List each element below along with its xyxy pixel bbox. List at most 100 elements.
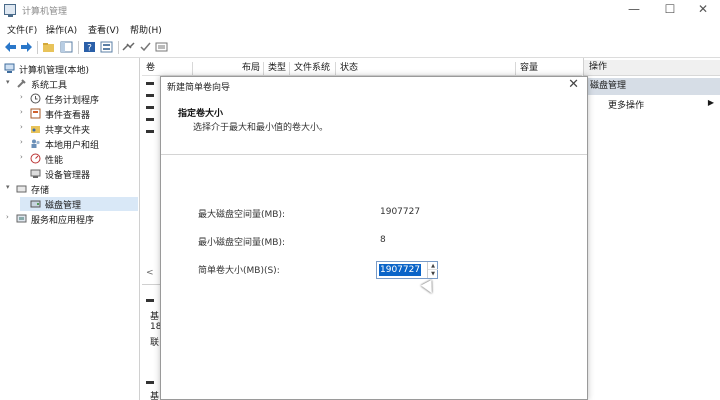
back-arrow-icon[interactable] xyxy=(4,41,17,53)
tree-disk-management[interactable]: 磁盘管理 xyxy=(20,197,138,211)
tree-device-manager[interactable]: 设备管理器 xyxy=(20,167,138,181)
collapse-icon[interactable]: › xyxy=(20,153,28,161)
max-space-value: 1907727 xyxy=(380,207,421,217)
volume-size-input[interactable]: 1907727 ▲ ▼ xyxy=(376,261,438,279)
clock-icon xyxy=(30,93,41,104)
tree-root[interactable]: 计算机管理(本地) xyxy=(4,62,138,76)
expand-icon[interactable]: ▾ xyxy=(6,78,14,86)
tree-event-viewer-label: 事件查看器 xyxy=(45,111,91,121)
min-space-value: 8 xyxy=(380,235,386,245)
mouse-cursor-icon xyxy=(420,279,438,297)
collapse-icon[interactable]: › xyxy=(20,123,28,131)
column-header-capacity[interactable]: 容量 xyxy=(516,62,582,75)
collapse-icon[interactable]: › xyxy=(20,93,28,101)
tree-services-apps[interactable]: › 服务和应用程序 xyxy=(6,212,138,226)
window-titlebar: 计算机管理 — ☐ ✕ xyxy=(0,0,720,20)
shared-folder-icon xyxy=(31,126,40,133)
table-row[interactable] xyxy=(146,130,154,133)
tree-system-tools[interactable]: ▾ 系统工具 xyxy=(6,77,138,91)
tree-disk-management-label: 磁盘管理 xyxy=(45,201,82,211)
tree-event-viewer[interactable]: › 事件查看器 xyxy=(20,107,138,121)
actions-pane: 操作 磁盘管理 更多操作 ▶ xyxy=(583,58,720,400)
performance-icon xyxy=(30,153,41,164)
disk-label: 基 xyxy=(150,392,160,400)
tree-shared-folders[interactable]: › 共享文件夹 xyxy=(20,122,138,136)
step-title: 指定卷大小 xyxy=(178,109,224,119)
table-row[interactable] xyxy=(146,118,154,121)
svg-text:?: ? xyxy=(87,44,92,54)
computer-icon xyxy=(4,63,15,73)
volume-size-value[interactable]: 1907727 xyxy=(379,264,422,276)
properties-icon[interactable] xyxy=(100,41,113,53)
expand-icon[interactable]: ▾ xyxy=(6,183,14,191)
list-view-icon[interactable] xyxy=(155,41,168,53)
tree-device-manager-label: 设备管理器 xyxy=(45,171,91,181)
window-title: 计算机管理 xyxy=(22,7,68,17)
menu-help[interactable]: 帮助(H) xyxy=(130,23,162,36)
tree-performance-label: 性能 xyxy=(45,156,64,166)
menu-bar: 文件(F) 操作(A) 查看(V) 帮助(H) xyxy=(0,20,720,37)
console-tree-icon[interactable] xyxy=(60,41,73,53)
collapse-icon[interactable]: › xyxy=(20,108,28,116)
disk-label: 基 xyxy=(150,312,160,322)
column-header-layout[interactable]: 布局 xyxy=(238,62,264,75)
table-row[interactable] xyxy=(146,82,154,85)
volume-size-label: 简单卷大小(MB)(S): xyxy=(198,266,280,276)
wizard-close-button[interactable]: ✕ xyxy=(568,77,579,92)
folder-up-icon[interactable] xyxy=(42,41,55,53)
actions-header: 操作 xyxy=(584,60,720,76)
submenu-arrow-icon[interactable]: ▶ xyxy=(708,98,714,107)
actions-section-disk-management[interactable]: 磁盘管理 xyxy=(584,78,720,95)
tree-storage[interactable]: ▾ 存储 xyxy=(6,182,138,196)
wizard-header: 指定卷大小 选择介于最大和最小值的卷大小。 xyxy=(161,95,587,155)
maximize-button[interactable]: ☐ xyxy=(653,0,687,20)
tree-system-tools-label: 系统工具 xyxy=(31,81,68,91)
tree-task-scheduler[interactable]: › 任务计划程序 xyxy=(20,92,138,106)
step-subtitle: 选择介于最大和最小值的卷大小。 xyxy=(193,123,329,133)
menu-action[interactable]: 操作(A) xyxy=(46,23,77,36)
tree-root-label: 计算机管理(本地) xyxy=(19,66,90,76)
tree-local-users[interactable]: › 本地用户和组 xyxy=(20,137,138,151)
column-header-volume[interactable]: 卷 xyxy=(142,62,193,75)
scroll-left-arrow[interactable]: < xyxy=(146,268,154,278)
tree-local-users-label: 本地用户和组 xyxy=(45,141,100,151)
tree-task-scheduler-label: 任务计划程序 xyxy=(45,96,100,106)
column-header-status[interactable]: 状态 xyxy=(336,62,516,75)
collapse-icon[interactable]: › xyxy=(6,213,14,221)
connect-icon[interactable] xyxy=(122,41,135,53)
menu-file[interactable]: 文件(F) xyxy=(7,23,37,36)
forward-arrow-icon[interactable] xyxy=(20,41,33,53)
column-header-filesystem[interactable]: 文件系统 xyxy=(290,62,336,75)
users-icon xyxy=(31,139,40,148)
tree-shared-folders-label: 共享文件夹 xyxy=(45,126,91,136)
toolbar-separator xyxy=(37,41,38,54)
help-icon[interactable]: ? xyxy=(83,41,96,53)
check-icon[interactable] xyxy=(139,41,152,53)
storage-icon xyxy=(16,185,27,193)
new-simple-volume-wizard: 新建简单卷向导 ✕ 指定卷大小 选择介于最大和最小值的卷大小。 最大磁盘空间量(… xyxy=(160,76,588,400)
collapse-icon[interactable]: › xyxy=(20,138,28,146)
table-row[interactable] xyxy=(146,94,154,97)
computer-management-icon xyxy=(4,4,16,17)
minimize-button[interactable]: — xyxy=(617,0,651,20)
disk-separator xyxy=(146,381,154,384)
event-viewer-icon xyxy=(30,108,41,119)
column-header-type[interactable]: 类型 xyxy=(264,62,290,75)
spin-up-icon[interactable]: ▲ xyxy=(428,262,438,270)
volume-size-stepper[interactable]: ▲ ▼ xyxy=(427,262,438,278)
toolbar-separator xyxy=(78,41,79,54)
disk-status: 联 xyxy=(150,338,160,348)
more-actions-link[interactable]: 更多操作 xyxy=(608,98,644,111)
table-row[interactable] xyxy=(146,106,154,109)
toolbar-separator xyxy=(118,41,119,54)
console-tree: 计算机管理(本地) ▾ 系统工具 › 任务计划程序 › 事件查看器 › 共享文件… xyxy=(0,58,140,400)
close-button[interactable]: ✕ xyxy=(686,0,720,20)
tree-storage-label: 存储 xyxy=(31,186,50,196)
tree-services-apps-label: 服务和应用程序 xyxy=(31,216,95,226)
spin-down-icon[interactable]: ▼ xyxy=(428,270,438,278)
menu-view[interactable]: 查看(V) xyxy=(88,23,119,36)
services-icon xyxy=(16,214,27,223)
tree-performance[interactable]: › 性能 xyxy=(20,152,138,166)
disk-icon xyxy=(30,200,41,208)
device-manager-icon xyxy=(30,169,41,178)
